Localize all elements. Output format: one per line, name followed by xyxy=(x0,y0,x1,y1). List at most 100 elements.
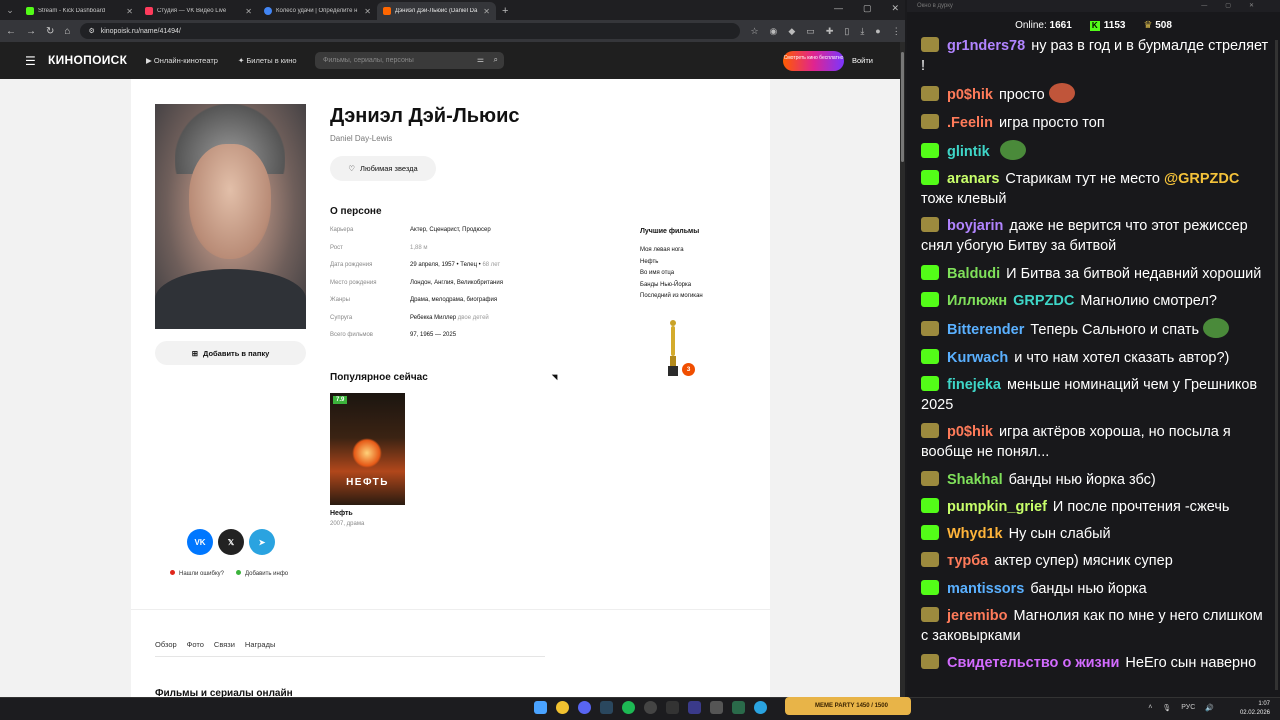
forward-icon[interactable]: → xyxy=(26,26,36,37)
page-scrollbar[interactable] xyxy=(900,42,905,697)
windows-start-icon[interactable] xyxy=(534,701,547,714)
subnav-relations[interactable]: Связи xyxy=(214,640,235,649)
steam-icon[interactable] xyxy=(600,701,613,714)
favorite-star-button[interactable]: ♡ Любимая звезда xyxy=(330,156,436,181)
back-icon[interactable]: ← xyxy=(6,26,16,37)
chat-username[interactable]: mantissors xyxy=(947,581,1024,597)
extension-icon[interactable]: ◉ xyxy=(770,26,778,37)
chat-mention[interactable]: @GRPZDC xyxy=(1164,171,1239,187)
app-icon[interactable] xyxy=(732,701,745,714)
nav-tickets[interactable]: ✦ Билеты в кино xyxy=(238,56,297,65)
mic-icon[interactable]: 🎙 xyxy=(1162,704,1171,712)
sidebar-icon[interactable]: ▯ xyxy=(844,26,849,37)
close-window-icon[interactable]: ✕ xyxy=(891,3,899,14)
add-to-folder-button[interactable]: ⊞ Добавить в папку xyxy=(155,341,306,365)
menu-burger-icon[interactable]: ☰ xyxy=(25,54,36,68)
best-film-link[interactable]: Нефть xyxy=(640,257,703,269)
tab-kick[interactable]: Stream - Kick Dashboard ✕ xyxy=(20,2,139,20)
chat-username[interactable]: p0$hik xyxy=(947,87,993,103)
chat-username[interactable]: Baldudi xyxy=(947,266,1000,282)
new-tab-button[interactable]: + xyxy=(496,2,514,20)
chat-username[interactable]: finejeka xyxy=(947,377,1001,393)
best-film-link[interactable]: Последний из могикан xyxy=(640,291,703,303)
add-info-link[interactable]: Добавить инфо xyxy=(235,570,288,577)
chrome-icon[interactable] xyxy=(556,701,569,714)
chat-username[interactable]: p0$hik xyxy=(947,424,993,440)
extension-icon[interactable]: ◆ xyxy=(788,26,795,37)
speaker-icon[interactable]: 🔊 xyxy=(1205,704,1214,712)
search-input[interactable]: Фильмы, сериалы, персоны ⚌ ⌕ xyxy=(315,52,504,69)
chat-username[interactable]: Shakhal xyxy=(947,472,1003,488)
chat-username[interactable]: турба xyxy=(947,553,988,569)
fact-value[interactable]: 97, 1965 — 2025 xyxy=(410,332,456,350)
puzzle-icon[interactable]: ✚ xyxy=(826,26,834,37)
chat-scrollbar[interactable] xyxy=(1275,40,1278,690)
subnav-awards[interactable]: Награды xyxy=(245,640,275,649)
free-movies-button[interactable]: Смотреть кино бесплатно xyxy=(783,51,844,71)
tab-kinopoisk[interactable]: Дэниэл Дэй-Льюис (Daniel Da ✕ xyxy=(377,2,496,20)
chat-username[interactable]: Свидетельство о жизни xyxy=(947,655,1119,671)
minimize-icon[interactable]: — xyxy=(834,3,843,14)
maximize-icon[interactable]: ▢ xyxy=(863,3,872,14)
app-icon[interactable] xyxy=(644,701,657,714)
chat-username[interactable]: Иллюжн xyxy=(947,293,1007,309)
tray-chevron-icon[interactable]: ˄ xyxy=(1148,704,1152,712)
chat-username[interactable]: glintik xyxy=(947,144,990,160)
chat-username[interactable]: Bitterender xyxy=(947,322,1024,338)
kinopoisk-logo[interactable]: КИНОПОИСК xyxy=(48,53,127,67)
close-icon[interactable]: ✕ xyxy=(364,7,371,16)
close-icon[interactable]: ✕ xyxy=(483,7,490,16)
menu-dots-icon[interactable]: ⋮ xyxy=(892,26,901,37)
search-icon[interactable]: ⌕ xyxy=(494,55,498,65)
bookmark-star-icon[interactable]: ☆ xyxy=(750,26,758,37)
x-share-icon[interactable]: 𝕏 xyxy=(218,529,244,555)
login-button[interactable]: Войти xyxy=(852,56,873,65)
clock[interactable]: 1:07 02.02.2026 xyxy=(1240,700,1270,718)
chat-window-controls[interactable]: —▢✕ xyxy=(1201,0,1272,12)
chat-username[interactable]: gr1nders78 xyxy=(947,38,1025,54)
best-film-link[interactable]: Во имя отца xyxy=(640,268,703,280)
chat-username[interactable]: boyjarin xyxy=(947,218,1003,234)
best-film-link[interactable]: Моя левая нога xyxy=(640,245,703,257)
chat-username[interactable]: pumpkin_grief xyxy=(947,499,1047,515)
fact-value[interactable]: Лондон, Англия, Великобритания xyxy=(410,280,503,298)
filter-icon[interactable]: ⚌ xyxy=(477,55,484,64)
tab-vk[interactable]: Студия — VK Видео Live ✕ xyxy=(139,2,258,20)
report-error-link[interactable]: Нашли ошибку? xyxy=(170,570,224,577)
fact-value[interactable]: Актер, Сценарист, Продюсер xyxy=(410,227,491,245)
language-indicator[interactable]: РУС xyxy=(1181,704,1195,712)
tab-search-icon[interactable]: ⌄ xyxy=(0,0,20,20)
movie-title-link[interactable]: Нефть xyxy=(330,510,353,517)
app-icon[interactable] xyxy=(710,701,723,714)
fact-value[interactable]: Драма, мелодрама, биография xyxy=(410,297,497,315)
close-icon[interactable]: ✕ xyxy=(245,7,252,16)
fact-value[interactable]: 29 апреля, 1957 • Телец • 68 лет xyxy=(410,262,500,280)
telegram-icon[interactable] xyxy=(754,701,767,714)
address-bar[interactable]: ⚙ kinopoisk.ru/name/41494/ xyxy=(80,23,741,39)
reload-icon[interactable]: ↻ xyxy=(46,26,54,37)
nav-online-cinema[interactable]: ▶ Онлайн-кинотеатр xyxy=(146,56,218,65)
oscar-statuette-icon[interactable] xyxy=(667,319,679,377)
tab-wheel[interactable]: Колесо удачи | Определите н ✕ xyxy=(258,2,377,20)
app-icon[interactable] xyxy=(688,701,701,714)
close-icon[interactable]: ✕ xyxy=(126,7,133,16)
site-info-icon[interactable]: ⚙ xyxy=(88,27,94,35)
chat-username[interactable]: jeremibo xyxy=(947,608,1007,624)
obs-icon[interactable] xyxy=(666,701,679,714)
discord-icon[interactable] xyxy=(578,701,591,714)
chat-username[interactable]: Kurwach xyxy=(947,350,1008,366)
best-film-link[interactable]: Банды Нью-Йорка xyxy=(640,280,703,292)
chat-username[interactable]: .Feelin xyxy=(947,115,993,131)
chat-username[interactable]: aranars xyxy=(947,171,999,187)
chat-username[interactable]: Whyd1k xyxy=(947,526,1003,542)
vk-share-icon[interactable]: VK xyxy=(187,529,213,555)
movie-poster[interactable]: 7.9 НЕФТЬ xyxy=(330,393,405,505)
home-icon[interactable]: ⌂ xyxy=(64,26,70,37)
subnav-photo[interactable]: Фото xyxy=(187,640,204,649)
telegram-share-icon[interactable]: ➤ xyxy=(249,529,275,555)
spotify-icon[interactable] xyxy=(622,701,635,714)
cast-icon[interactable]: ▭ xyxy=(806,26,815,37)
fact-value[interactable]: Ребекка Миллер двое детей xyxy=(410,315,489,333)
download-icon[interactable]: ⤓ xyxy=(860,26,864,37)
subnav-overview[interactable]: Обзор xyxy=(155,640,177,649)
